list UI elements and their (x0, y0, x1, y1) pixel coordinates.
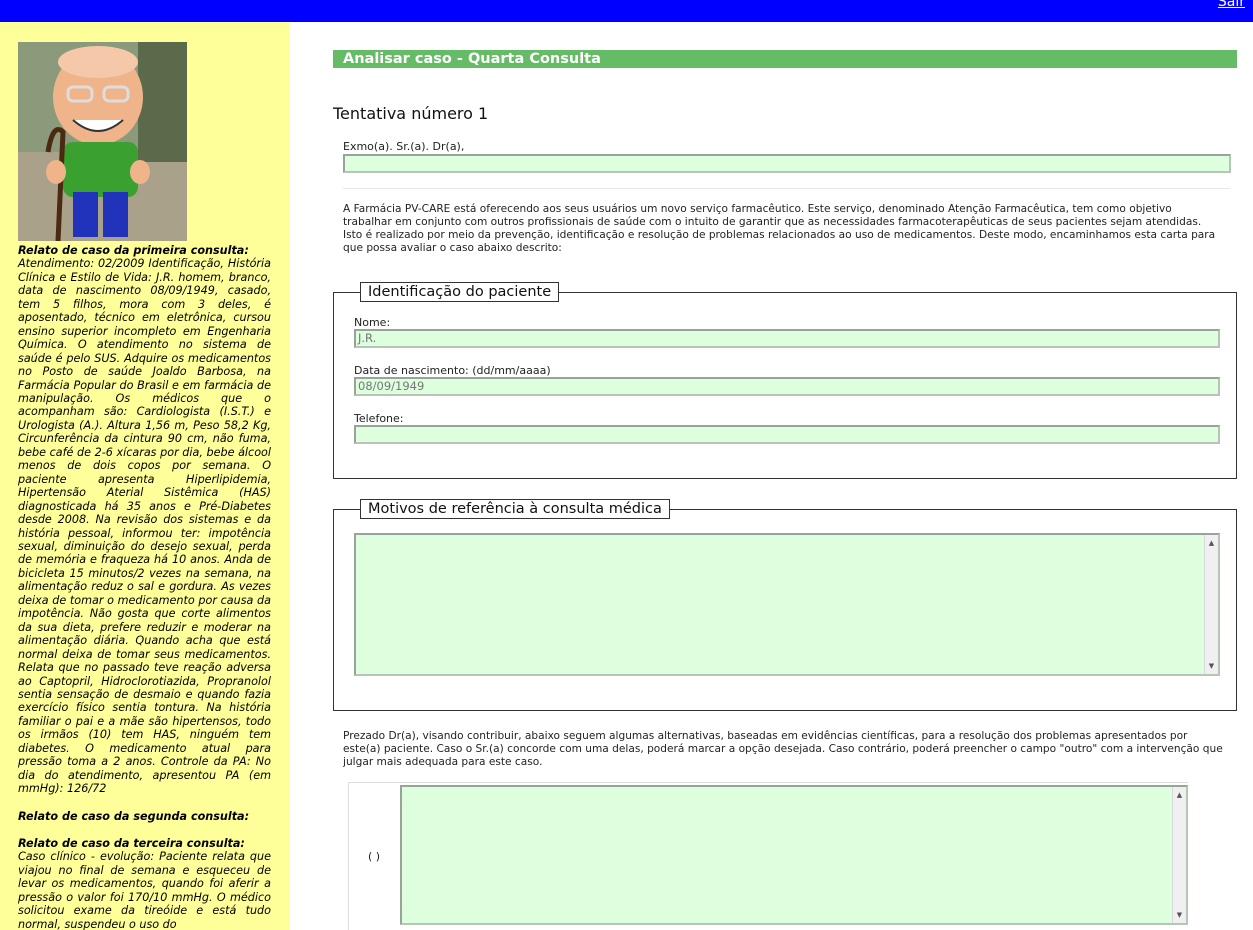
case-reports: Relato de caso da primeira consulta: Aten… (18, 244, 271, 930)
reasons-scrollbar[interactable]: ▲ ▼ (1204, 535, 1218, 674)
option-radio[interactable]: ( ) (368, 850, 380, 863)
option-scrollbar[interactable]: ▲ ▼ (1172, 787, 1186, 923)
scroll-down-icon[interactable]: ▼ (1205, 660, 1218, 672)
main-content: Analisar caso - Quarta Consulta Tentativ… (290, 22, 1253, 930)
salutation-label: Exmo(a). Sr.(a). Dr(a), (343, 140, 465, 153)
case2-title: Relato de caso da segunda consulta: (18, 809, 250, 823)
scroll-up-icon[interactable]: ▲ (1205, 537, 1218, 549)
dob-field[interactable]: 08/09/1949 (354, 377, 1220, 396)
patient-legend: Identificação do paciente (360, 282, 560, 302)
reasons-textarea[interactable]: ▲ ▼ (354, 533, 1220, 676)
alternatives-intro: Prezado Dr(a), visando contribuir, abaix… (343, 730, 1223, 768)
case1-title: Relato de caso da primeira consulta: (18, 244, 249, 257)
case-sidebar: Relato de caso da primeira consulta: Aten… (0, 22, 290, 930)
phone-label: Telefone: (354, 412, 404, 425)
patient-caricature-icon (18, 42, 187, 241)
case3-text: Caso clínico - evolução: Paciente relata… (18, 850, 271, 930)
divider (343, 188, 1230, 189)
option-textarea[interactable]: ▲ ▼ (400, 785, 1188, 925)
reasons-legend: Motivos de referência à consulta médica (360, 499, 670, 519)
scroll-up-icon[interactable]: ▲ (1173, 789, 1186, 801)
phone-field[interactable] (354, 425, 1220, 444)
attempt-heading: Tentativa número 1 (333, 104, 489, 123)
dob-label: Data de nascimento: (dd/mm/aaaa) (354, 364, 551, 377)
case1-text: Atendimento: 02/2009 Identificação, Hist… (18, 257, 271, 796)
logout-link[interactable]: Sair (1218, 0, 1245, 10)
name-label: Nome: (354, 316, 391, 329)
salutation-field[interactable] (343, 154, 1231, 173)
case3-title: Relato de caso da terceira consulta: (18, 837, 245, 851)
scroll-down-icon[interactable]: ▼ (1173, 909, 1186, 921)
option-row: ( ) ▲ ▼ (348, 782, 1188, 930)
page-title: Analisar caso - Quarta Consulta (333, 50, 1237, 68)
intro-text: A Farmácia PV-CARE está oferecendo aos s… (343, 203, 1216, 254)
name-field[interactable]: J.R. (354, 329, 1220, 348)
top-bar: Sair (0, 0, 1253, 22)
